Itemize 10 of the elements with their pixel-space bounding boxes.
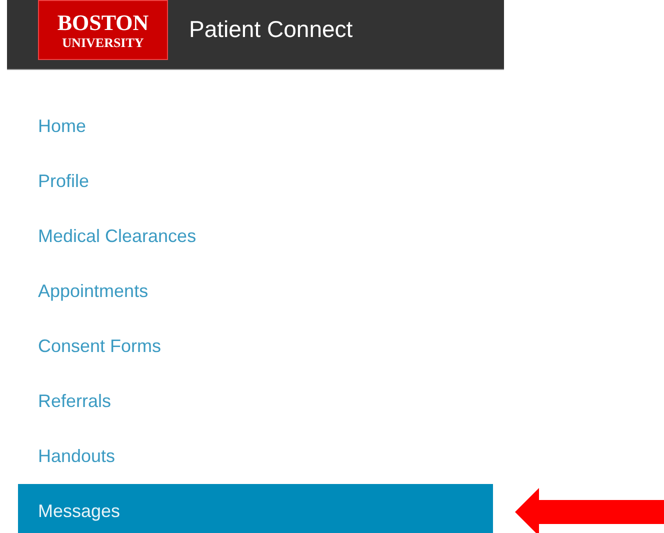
nav-item[interactable]: Home [18, 99, 493, 154]
logo[interactable]: BOSTON UNIVERSITY [38, 0, 168, 60]
nav-item[interactable]: Handouts [18, 429, 493, 484]
nav-item[interactable]: Appointments [18, 264, 493, 319]
app-title: Patient Connect [189, 16, 353, 43]
nav-item[interactable]: Referrals [18, 374, 493, 429]
nav-item[interactable]: Messages [18, 484, 493, 533]
nav-item[interactable]: Medical Clearances [18, 209, 493, 264]
nav-item[interactable]: Profile [18, 154, 493, 209]
nav-item[interactable]: Consent Forms [18, 319, 493, 374]
